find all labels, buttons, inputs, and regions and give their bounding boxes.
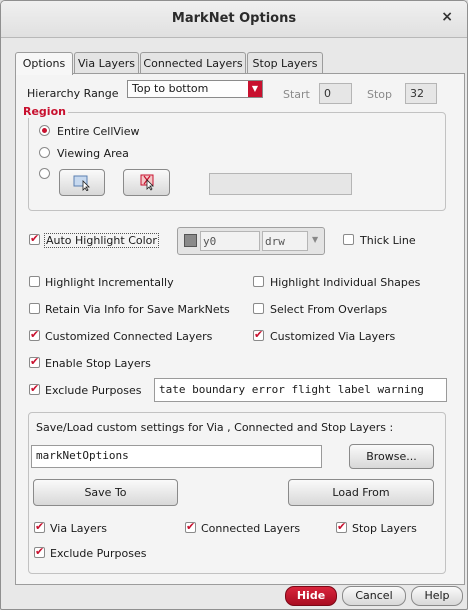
entire-cellview-label: Entire CellView — [57, 125, 140, 138]
customized-connected-layers-label: Customized Connected Layers — [45, 330, 213, 343]
tab-options[interactable]: Options — [15, 52, 73, 75]
save-to-button[interactable]: Save To — [33, 479, 178, 506]
dialog-title: MarkNet Options — [171, 11, 297, 26]
save-connected-layers-checkbox[interactable] — [185, 520, 196, 533]
enable-stop-layers-checkbox[interactable] — [29, 355, 40, 368]
save-via-layers-checkbox[interactable] — [34, 520, 45, 533]
retain-via-info-checkbox[interactable] — [29, 303, 40, 314]
marknet-options-dialog: MarkNet Options × Options Via Layers Con… — [0, 0, 468, 610]
viewing-area-label: Viewing Area — [57, 147, 129, 160]
region-title: Region — [21, 105, 68, 118]
start-label: Start — [283, 88, 310, 101]
customized-connected-layers-checkbox[interactable] — [29, 328, 40, 341]
save-load-title: Save/Load custom settings for Via , Conn… — [36, 421, 394, 434]
title-bar[interactable]: MarkNet Options × — [1, 1, 467, 38]
hierarchy-range-label: Hierarchy Range — [27, 87, 119, 100]
save-exclude-purposes-label: Exclude Purposes — [50, 547, 147, 560]
cancel-button[interactable]: Cancel — [342, 586, 406, 606]
select-from-overlaps-checkbox[interactable] — [253, 303, 264, 314]
region-coordinates-field[interactable] — [209, 173, 352, 195]
enable-stop-layers-label: Enable Stop Layers — [45, 357, 151, 370]
clear-area-button[interactable] — [123, 169, 170, 196]
layer-purpose: drw — [262, 231, 308, 251]
stop-label: Stop — [367, 88, 393, 101]
load-from-button[interactable]: Load From — [288, 479, 434, 506]
save-stop-layers-label: Stop Layers — [352, 522, 417, 535]
tab-via-layers[interactable]: Via Layers — [74, 52, 139, 74]
hierarchy-range-select[interactable]: Top to bottom ▼ — [127, 80, 263, 98]
auto-highlight-color-checkbox[interactable] — [29, 232, 40, 245]
chevron-down-icon: ▼ — [312, 235, 319, 244]
exclude-purposes-label: Exclude Purposes — [45, 384, 142, 397]
save-stop-layers-checkbox[interactable] — [336, 520, 347, 533]
save-connected-layers-label: Connected Layers — [201, 522, 301, 535]
highlight-incrementally-checkbox[interactable] — [29, 276, 40, 287]
retain-via-info-label: Retain Via Info for Save MarkNets — [45, 303, 230, 316]
settings-filename-input[interactable]: markNetOptions — [31, 445, 322, 468]
hierarchy-range-value: Top to bottom — [132, 82, 209, 95]
save-exclude-purposes-checkbox[interactable] — [34, 545, 45, 558]
select-area-button[interactable] — [59, 169, 105, 196]
chevron-down-icon: ▼ — [248, 81, 262, 97]
close-icon[interactable]: × — [441, 9, 453, 25]
save-via-layers-label: Via Layers — [50, 522, 107, 535]
highlight-individual-shapes-checkbox[interactable] — [253, 276, 264, 287]
radio-viewing-area[interactable] — [39, 147, 50, 158]
radio-custom-area[interactable] — [39, 168, 50, 179]
exclude-purposes-input[interactable]: tate boundary error flight label warning — [154, 378, 447, 402]
auto-highlight-color-label: Auto Highlight Color — [44, 233, 159, 248]
customized-via-layers-label: Customized Via Layers — [270, 330, 396, 343]
tab-connected-layers[interactable]: Connected Layers — [140, 52, 246, 74]
browse-button[interactable]: Browse... — [349, 444, 434, 469]
stop-field[interactable]: 32 — [405, 83, 437, 104]
select-from-overlaps-label: Select From Overlaps — [270, 303, 388, 316]
exclude-purposes-checkbox[interactable] — [29, 382, 40, 395]
layer-name: y0 — [200, 231, 260, 251]
start-field[interactable]: 0 — [319, 83, 352, 104]
color-swatch — [184, 234, 197, 247]
thick-line-checkbox[interactable] — [343, 234, 354, 245]
select-box-icon — [73, 175, 90, 192]
help-button[interactable]: Help — [411, 586, 463, 606]
customized-via-layers-checkbox[interactable] — [253, 328, 264, 341]
highlight-incrementally-label: Highlight Incrementally — [45, 276, 174, 289]
highlight-layer-select[interactable]: y0 drw ▼ — [177, 227, 325, 255]
radio-entire-cellview[interactable] — [39, 125, 50, 136]
tab-stop-layers[interactable]: Stop Layers — [247, 52, 323, 74]
thick-line-label: Thick Line — [360, 234, 416, 247]
highlight-individual-shapes-label: Highlight Individual Shapes — [270, 276, 421, 289]
delete-box-icon — [140, 174, 154, 191]
hide-button[interactable]: Hide — [285, 586, 337, 606]
